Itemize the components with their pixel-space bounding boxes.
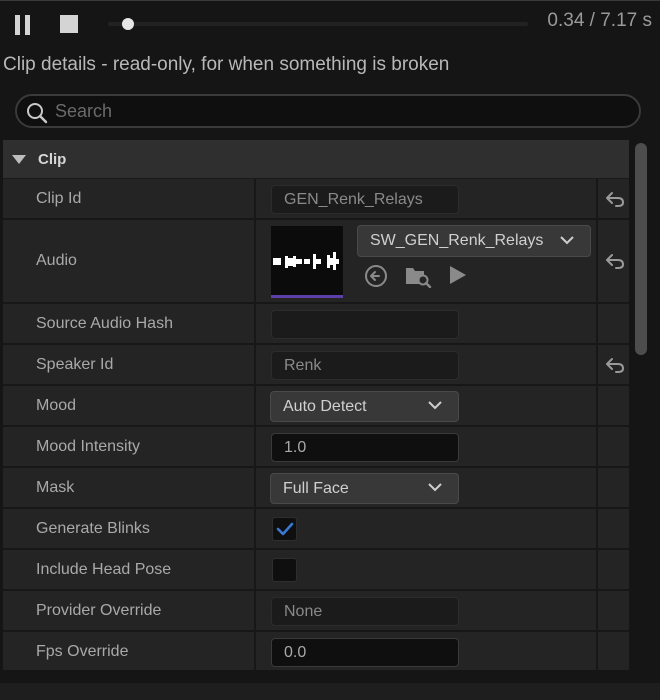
- mask-dropdown[interactable]: Full Face: [270, 473, 459, 504]
- waveform-icon: [273, 252, 339, 270]
- audio-asset-name: SW_GEN_Renk_Relays: [370, 232, 544, 249]
- time-readout: 0.34 / 7.17 s: [547, 10, 652, 31]
- play-icon[interactable]: [448, 264, 468, 290]
- property-row-clip-id: Clip Id GEN_Renk_Relays: [3, 179, 629, 220]
- column-divider: [596, 550, 598, 589]
- property-label: Mood: [36, 396, 77, 414]
- property-row-mood: Mood Auto Detect: [3, 386, 629, 427]
- top-border: [0, 0, 660, 1]
- include-head-pose-checkbox[interactable]: [272, 558, 297, 582]
- column-divider: [254, 386, 256, 425]
- property-row-provider-override: Provider Override None: [3, 591, 629, 632]
- column-divider: [254, 345, 256, 384]
- column-divider: [596, 427, 598, 466]
- property-label: Mask: [36, 478, 75, 496]
- property-label: Fps Override: [36, 642, 129, 660]
- reset-arrow-icon[interactable]: [604, 190, 626, 208]
- playback-timeline[interactable]: [108, 18, 528, 30]
- property-label: Audio: [36, 252, 77, 269]
- column-divider: [596, 386, 598, 425]
- column-divider: [254, 304, 256, 343]
- property-row-generate-blinks: Generate Blinks: [3, 509, 629, 550]
- property-row-source-audio-hash: Source Audio Hash: [3, 304, 629, 345]
- column-divider: [254, 220, 256, 302]
- property-label: Clip Id: [36, 189, 82, 207]
- property-row-fps-override: Fps Override 0.0: [3, 632, 629, 670]
- playback-bar: 0.34 / 7.17 s: [0, 2, 660, 44]
- generate-blinks-checkbox[interactable]: [272, 517, 297, 541]
- section-title: Clip: [38, 150, 67, 168]
- search-input[interactable]: [55, 99, 625, 123]
- column-divider: [596, 591, 598, 630]
- column-divider: [596, 304, 598, 343]
- property-label: Include Head Pose: [36, 560, 172, 578]
- stop-icon[interactable]: [60, 15, 78, 33]
- column-divider: [254, 591, 256, 630]
- column-divider: [254, 179, 256, 218]
- timeline-knob[interactable]: [121, 18, 134, 30]
- section-header-clip[interactable]: Clip: [3, 140, 629, 179]
- column-divider: [596, 345, 598, 384]
- column-divider: [596, 220, 598, 302]
- mood-value: Auto Detect: [283, 397, 367, 415]
- column-divider: [254, 427, 256, 466]
- mood-dropdown[interactable]: Auto Detect: [270, 391, 459, 422]
- reset-arrow-icon[interactable]: [604, 356, 626, 374]
- column-divider: [254, 550, 256, 589]
- details-panel: Clip Clip Id GEN_Renk_Relays Audio SW_GE…: [3, 140, 629, 670]
- column-divider: [254, 468, 256, 507]
- expand-triangle-icon[interactable]: [12, 154, 26, 164]
- chevron-down-icon: [428, 401, 442, 410]
- checkmark-icon: [276, 522, 294, 536]
- property-row-audio: Audio SW_GEN_Renk_Relays: [3, 220, 629, 304]
- mask-value: Full Face: [283, 479, 349, 497]
- provider-override-field[interactable]: None: [271, 597, 459, 626]
- audio-asset-dropdown[interactable]: SW_GEN_Renk_Relays: [357, 225, 591, 257]
- property-label: Source Audio Hash: [36, 314, 173, 332]
- browse-to-asset-icon[interactable]: [404, 264, 432, 292]
- search-icon: [27, 103, 48, 124]
- mood-intensity-field[interactable]: 1.0: [271, 433, 459, 462]
- chevron-down-icon: [560, 236, 574, 245]
- column-divider: [596, 509, 598, 548]
- panel-subtitle: Clip details - read-only, for when somet…: [3, 54, 450, 75]
- clip-id-field[interactable]: GEN_Renk_Relays: [271, 185, 459, 214]
- column-divider: [254, 509, 256, 548]
- chevron-down-icon: [428, 483, 442, 492]
- pause-icon[interactable]: [14, 15, 34, 35]
- source-audio-hash-field[interactable]: [271, 310, 459, 339]
- property-label: Mood Intensity: [36, 437, 141, 455]
- column-divider: [254, 632, 256, 670]
- search-box[interactable]: [15, 94, 641, 128]
- column-divider: [596, 632, 598, 670]
- property-label: Generate Blinks: [36, 519, 150, 537]
- property-row-include-head-pose: Include Head Pose: [3, 550, 629, 591]
- fps-override-field[interactable]: 0.0: [271, 638, 459, 667]
- bottom-bar: [0, 683, 660, 700]
- column-divider: [596, 468, 598, 507]
- property-row-speaker-id: Speaker Id Renk: [3, 345, 629, 386]
- use-selected-asset-icon[interactable]: [364, 264, 388, 292]
- property-row-mask: Mask Full Face: [3, 468, 629, 509]
- property-row-mood-intensity: Mood Intensity 1.0: [3, 427, 629, 468]
- panel-scrollbar[interactable]: [635, 143, 647, 355]
- property-label: Provider Override: [36, 601, 162, 619]
- reset-arrow-icon[interactable]: [604, 252, 626, 270]
- audio-asset-actions: [364, 264, 474, 290]
- property-label: Speaker Id: [36, 355, 114, 373]
- speaker-id-field[interactable]: Renk: [271, 351, 459, 380]
- audio-thumbnail[interactable]: [271, 226, 343, 298]
- column-divider: [596, 179, 598, 218]
